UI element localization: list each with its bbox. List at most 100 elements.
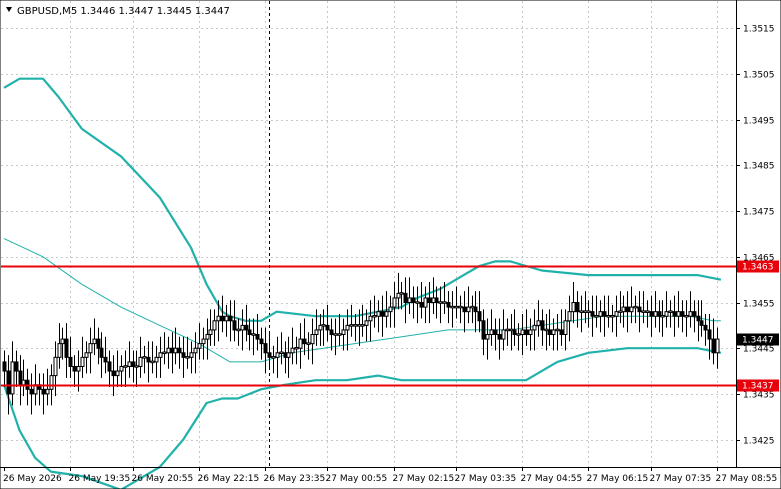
candle-body-up xyxy=(53,356,58,377)
candle-body-up xyxy=(162,351,167,355)
candle-body-up xyxy=(345,324,350,331)
candle-body-up xyxy=(384,311,389,317)
candle-body-up xyxy=(21,379,26,386)
candle-body-up xyxy=(212,320,217,331)
candle-body-down xyxy=(699,320,704,326)
candle-body-down xyxy=(302,338,307,345)
candle-body-down xyxy=(473,306,478,313)
candle-body-up xyxy=(216,315,221,322)
candle-body-up xyxy=(127,361,132,367)
candle-body-down xyxy=(96,338,101,349)
candle-body-down xyxy=(146,356,151,363)
candle-body-up xyxy=(606,314,611,318)
candle-body-down xyxy=(72,365,77,372)
candle-body-down xyxy=(403,292,408,304)
candle-body-up xyxy=(520,329,525,336)
candle-body-up xyxy=(271,356,276,359)
candle-body-up xyxy=(298,338,303,349)
chart-background xyxy=(0,0,781,489)
candle-body-down xyxy=(462,306,467,313)
chart-svg[interactable]: 1.35151.35051.34951.34851.34751.34651.34… xyxy=(0,0,781,489)
candle-body-down xyxy=(524,329,529,336)
candle-body-up xyxy=(364,320,369,326)
candle-body-up xyxy=(173,347,178,354)
candle-body-up xyxy=(333,333,338,336)
candle-body-up xyxy=(563,320,568,336)
candle-body-down xyxy=(411,297,416,304)
candle-body-up xyxy=(388,306,393,313)
candle-body-down xyxy=(481,320,486,340)
chart-title: GBPUSD,M5 1.3446 1.3447 1.3445 1.3447 xyxy=(17,6,230,17)
candle-body-up xyxy=(353,324,358,327)
candle-body-up xyxy=(454,305,459,309)
candle-body-up xyxy=(442,301,447,304)
candle-body-down xyxy=(29,388,34,395)
candle-body-down xyxy=(493,329,498,336)
candle-body-up xyxy=(349,324,354,327)
candle-body-up xyxy=(610,314,615,318)
candle-body-up xyxy=(341,329,346,336)
candle-body-up xyxy=(150,360,155,364)
candle-body-down xyxy=(107,361,112,372)
y-tick-label: 1.3455 xyxy=(743,300,775,310)
candle-body-up xyxy=(466,306,471,313)
chart-area[interactable]: 1.3515 1.3505 1.3495 1.3485 1.3475 1.3465 1.34… xyxy=(0,0,781,489)
candle-body-down xyxy=(477,311,482,322)
candle-body-up xyxy=(88,343,93,354)
candle-body-up xyxy=(197,343,202,349)
candle-body-up xyxy=(688,311,693,317)
candle-body-down xyxy=(590,311,595,317)
candle-body-up xyxy=(321,324,326,327)
x-tick-label: 27 May 03:35 xyxy=(455,474,517,484)
candle-body-down xyxy=(325,324,330,331)
candle-body-up xyxy=(372,314,377,318)
candle-body-down xyxy=(649,311,654,317)
candle-body-down xyxy=(329,329,334,336)
candle-body-up xyxy=(376,311,381,317)
candle-body-up xyxy=(240,324,245,331)
candle-body-up xyxy=(201,338,206,345)
candle-body-up xyxy=(368,315,373,322)
candle-body-up xyxy=(438,301,443,304)
candle-body-up xyxy=(142,356,147,359)
candle-body-up xyxy=(621,306,626,313)
candle-body-up xyxy=(314,329,319,336)
candle-body-up xyxy=(10,361,15,395)
candle-body-up xyxy=(138,356,143,367)
candle-body-down xyxy=(707,329,712,340)
candle-body-up xyxy=(407,297,412,304)
candle-body-down xyxy=(255,334,260,340)
current-price-label: 1.3447 xyxy=(742,336,774,346)
candle-body-down xyxy=(111,370,116,377)
candle-body-down xyxy=(559,329,564,336)
candle-body-up xyxy=(516,333,521,336)
candle-body-down xyxy=(68,356,73,367)
candle-body-down xyxy=(103,356,108,363)
candle-body-down xyxy=(244,324,249,331)
y-tick-label: 1.3495 xyxy=(743,117,775,127)
candle-body-up xyxy=(505,328,510,332)
candle-body-up xyxy=(392,297,397,308)
candle-body-up xyxy=(579,310,584,313)
candle-body-up xyxy=(489,329,494,336)
candle-body-up xyxy=(337,333,342,336)
candle-body-up xyxy=(306,342,311,345)
candle-body-up xyxy=(501,329,506,340)
candle-body-down xyxy=(602,311,607,317)
candle-body-up xyxy=(119,365,124,372)
candle-body-down xyxy=(512,329,517,336)
x-tick-label: 27 May 04:55 xyxy=(521,474,583,484)
candle-body-up xyxy=(715,338,720,354)
candle-body-up xyxy=(84,352,89,358)
candle-body-down xyxy=(696,315,701,322)
candle-body-up xyxy=(80,356,85,367)
candle-body-up xyxy=(586,310,591,313)
candle-body-up xyxy=(567,311,572,322)
candle-body-down xyxy=(247,329,252,336)
candle-body-up xyxy=(208,329,213,336)
candle-body-down xyxy=(14,361,19,372)
candle-body-up xyxy=(185,356,190,359)
candle-body-down xyxy=(711,338,716,354)
candle-body-down xyxy=(228,315,233,322)
candle-body-up xyxy=(536,320,541,326)
